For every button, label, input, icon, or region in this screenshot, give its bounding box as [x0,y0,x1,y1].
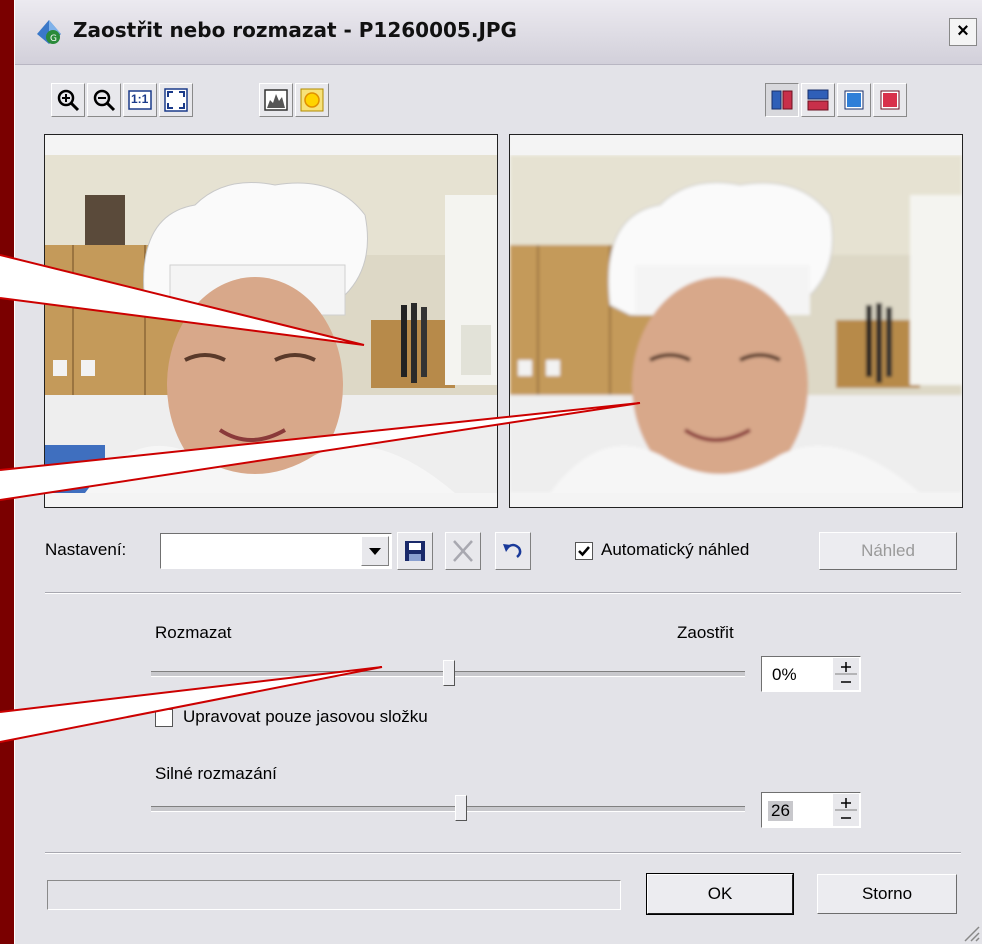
split-vertical-button[interactable] [765,83,799,117]
result-preview[interactable] [509,134,963,508]
luminance-only-label: Upravovat pouze jasovou složku [183,707,428,726]
delete-preset-button[interactable] [445,532,481,570]
original-preview[interactable] [44,134,498,508]
fit-to-window-icon [164,88,188,112]
cancel-button[interactable]: Storno [817,874,957,914]
sharpen-slider-thumb[interactable] [443,660,455,686]
zoom-in-icon [57,89,80,112]
ok-button[interactable]: OK [646,873,794,915]
strong-blur-spin-arrows[interactable] [833,794,859,826]
save-preset-button[interactable] [397,532,433,570]
single-view-result-button[interactable] [873,83,907,117]
original-photo [45,155,497,493]
sharpen-value: 0% [772,665,797,684]
preset-dropdown-button[interactable] [361,536,389,566]
sun-icon [300,88,324,112]
separator [45,592,961,594]
strong-blur-value: 26 [768,801,793,821]
strong-blur-slider-thumb[interactable] [455,795,467,821]
zoom-out-icon [93,89,116,112]
sharpen-spin-arrows[interactable] [833,658,859,690]
auto-preview-label: Automatický náhled [601,540,750,559]
close-button[interactable]: × [949,18,977,46]
svg-text:G: G [50,34,57,44]
actual-size-label: 1:1 [131,92,149,106]
luminance-only-checkbox[interactable] [155,709,173,727]
checkmark-icon [578,546,590,557]
separator [45,852,961,854]
resize-grip-icon[interactable] [960,922,980,942]
reset-button[interactable] [495,532,531,570]
app-icon: G [37,20,61,44]
save-icon [405,541,425,561]
single-view-blue-icon [844,90,864,110]
delete-icon [453,540,473,562]
fit-to-window-button[interactable] [159,83,193,117]
single-view-original-button[interactable] [837,83,871,117]
preview-button[interactable]: Náhled [819,532,957,570]
window-title: Zaostřit nebo rozmazat - P1260005.JPG [73,18,517,42]
sharpen-spinbox[interactable]: 0% [761,656,861,692]
split-horizontal-button[interactable] [801,83,835,117]
sharpen-label: Zaostřit [677,623,734,642]
zoom-out-button[interactable] [87,83,121,117]
preset-combobox[interactable] [160,533,392,569]
progress-bar [47,880,621,910]
spin-arrows-icon [835,798,857,819]
title-bar[interactable]: G Zaostřit nebo rozmazat - P1260005.JPG … [15,0,982,65]
blur-label: Rozmazat [155,623,232,642]
sun-button[interactable] [295,83,329,117]
result-photo [510,155,962,493]
strong-blur-label: Silné rozmazání [155,764,277,783]
histogram-icon [264,89,288,111]
preset-label: Nastavení: [45,540,127,559]
auto-preview-checkbox[interactable] [575,542,593,560]
sharpen-blur-dialog: G Zaostřit nebo rozmazat - P1260005.JPG … [14,0,982,944]
chevron-down-icon [369,548,381,555]
undo-icon [503,543,522,558]
strong-blur-spinbox[interactable]: 26 [761,792,861,828]
actual-size-button[interactable]: 1:1 [123,83,157,117]
split-horizontal-icon [807,89,829,111]
strong-blur-slider-track[interactable] [151,806,745,812]
histogram-button[interactable] [259,83,293,117]
zoom-in-button[interactable] [51,83,85,117]
spin-arrows-icon [835,662,857,683]
single-view-red-icon [880,90,900,110]
split-vertical-icon [771,90,793,110]
